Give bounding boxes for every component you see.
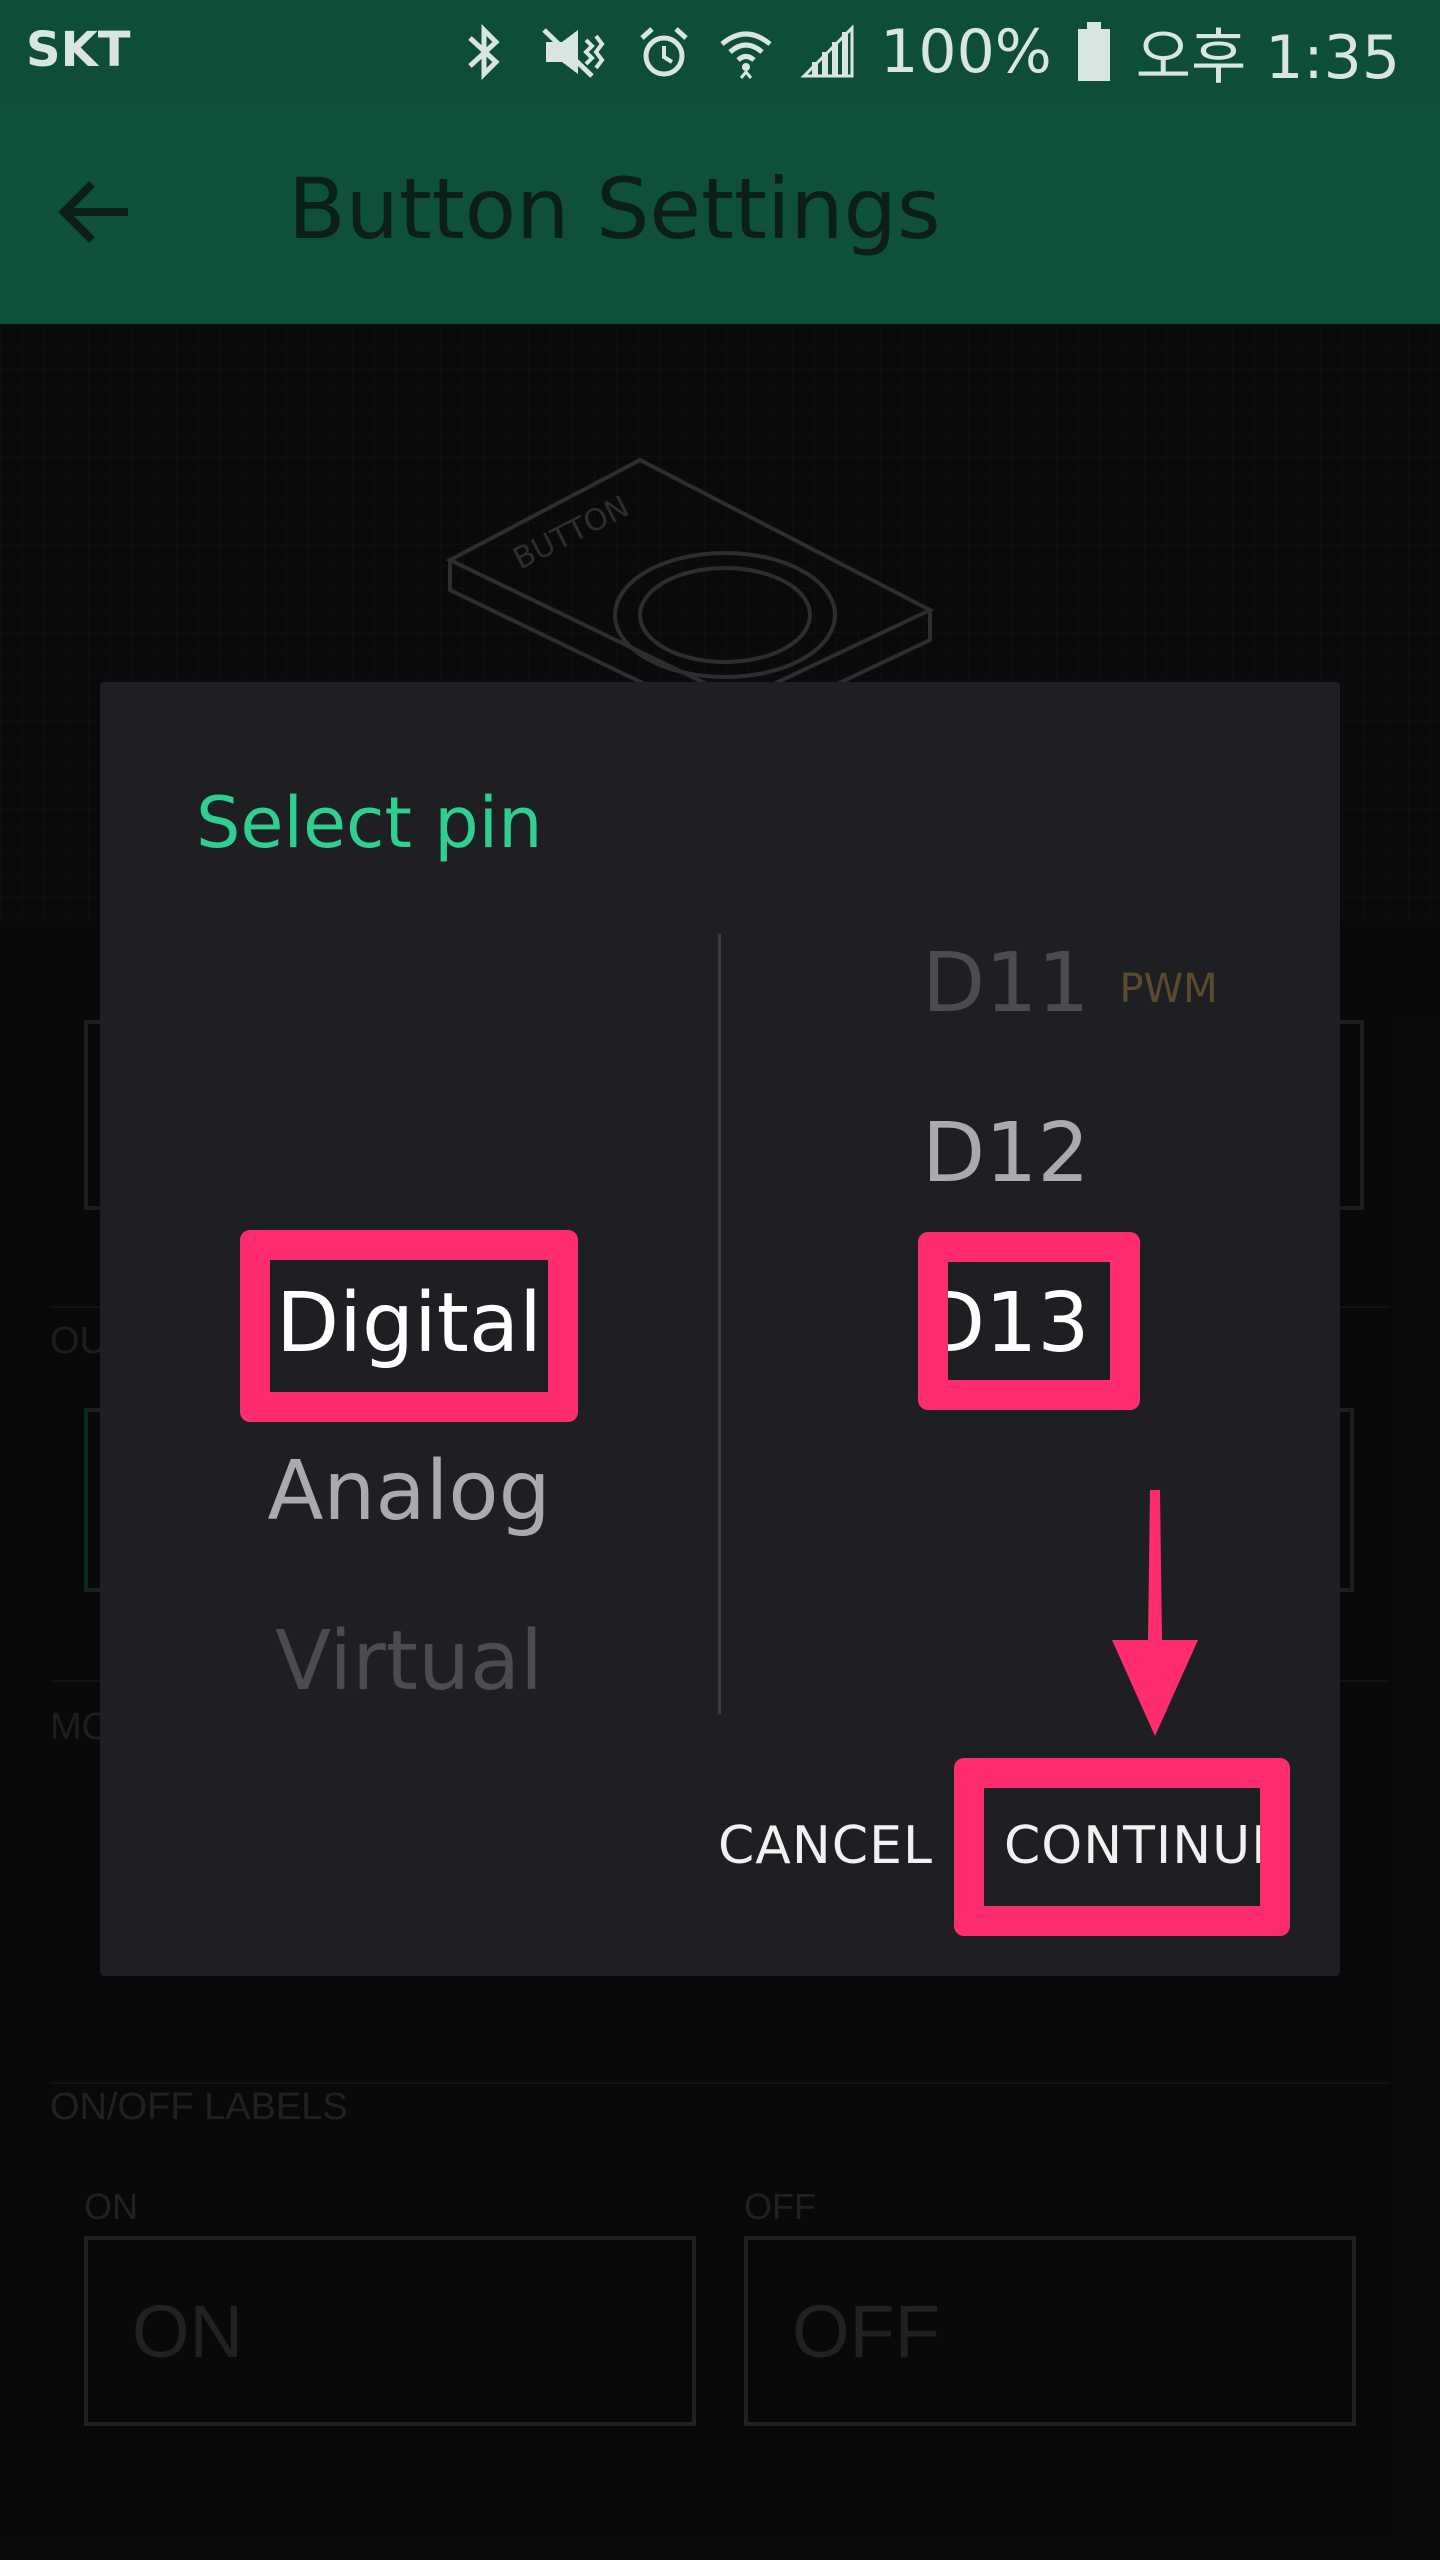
carrier-text: SKT xyxy=(26,22,131,78)
pin-type-virtual[interactable]: Virtual xyxy=(100,1614,718,1709)
vibrate-mute-icon xyxy=(532,22,612,82)
battery-icon xyxy=(1074,20,1114,84)
column-divider xyxy=(718,934,721,1714)
pin-d11[interactable]: D11 PWM xyxy=(922,936,1218,1031)
select-pin-dialog: Select pin Digital Analog Virtual D11 PWM… xyxy=(100,682,1340,1976)
status-bar: SKT 100% 오후 1:35 xyxy=(0,0,1440,104)
dialog-title: Select pin xyxy=(196,782,543,864)
pwm-tag: PWM xyxy=(1119,965,1218,1012)
highlight-digital xyxy=(240,1230,578,1422)
page-title: Button Settings xyxy=(288,160,941,258)
battery-percent: 100% xyxy=(880,17,1052,87)
screen: SKT 100% 오후 1:35 Button Settings BUTTON … xyxy=(0,0,1440,2560)
signal-icon xyxy=(798,22,858,82)
bluetooth-icon xyxy=(460,22,510,82)
pin-d12[interactable]: D12 xyxy=(922,1106,1089,1201)
highlight-d13 xyxy=(918,1232,1140,1410)
cancel-button[interactable]: CANCEL xyxy=(718,1816,933,1876)
highlight-continue xyxy=(954,1758,1290,1936)
clock-time: 오후 1:35 xyxy=(1135,22,1400,93)
pin-d11-label: D11 xyxy=(922,936,1090,1031)
wifi-icon xyxy=(716,22,776,82)
arrow-down-icon xyxy=(1112,1490,1198,1736)
arrow-left-icon[interactable] xyxy=(58,176,134,248)
alarm-icon xyxy=(634,22,694,82)
pin-type-analog[interactable]: Analog xyxy=(100,1444,718,1539)
status-icons: 100% 오후 1:35 xyxy=(460,12,1400,93)
